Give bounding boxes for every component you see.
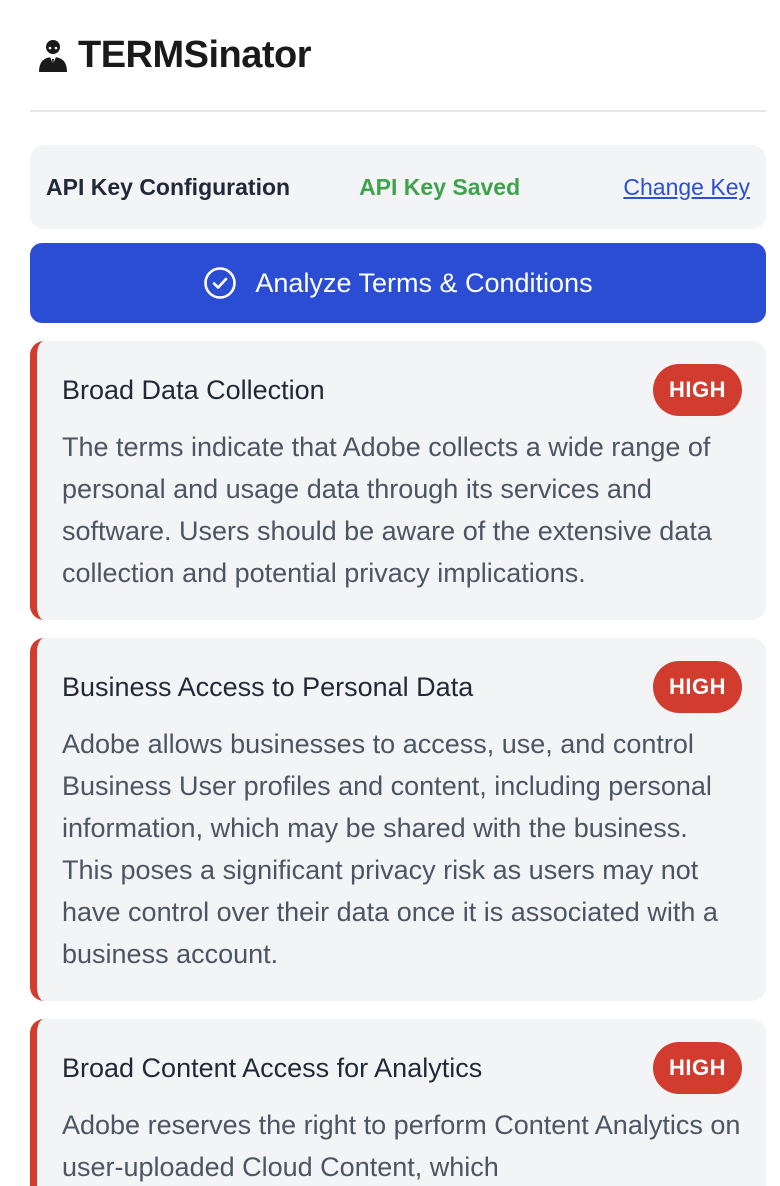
analyze-button-label: Analyze Terms & Conditions — [255, 267, 593, 298]
popup-page: TERMSinator API Key Configuration API Ke… — [0, 0, 780, 1186]
header: TERMSinator — [30, 0, 766, 112]
severity-badge: HIGH — [653, 1042, 742, 1094]
issue-title: Broad Data Collection — [62, 374, 325, 405]
severity-badge: HIGH — [653, 661, 742, 713]
check-circle-icon — [203, 266, 237, 300]
issue-description: Adobe allows businesses to access, use, … — [62, 729, 718, 969]
api-key-label: API Key Configuration — [46, 173, 291, 200]
issue-card: Business Access to Personal Data HIGH Ad… — [30, 638, 766, 1001]
issue-description: Adobe reserves the right to perform Cont… — [62, 1110, 741, 1182]
api-key-panel: API Key Configuration API Key Saved Chan… — [30, 145, 766, 229]
issue-header: Broad Content Access for Analytics HIGH — [62, 1041, 742, 1095]
change-key-link[interactable]: Change Key — [623, 174, 750, 201]
issue-card: Broad Data Collection HIGH The terms ind… — [30, 341, 766, 620]
issue-description: The terms indicate that Adobe collects a… — [62, 432, 712, 588]
issue-header: Broad Data Collection HIGH — [62, 363, 742, 417]
severity-badge: HIGH — [653, 364, 742, 416]
issue-card: Broad Content Access for Analytics HIGH … — [30, 1019, 766, 1186]
app-title: TERMSinator — [78, 33, 312, 76]
issue-header: Business Access to Personal Data HIGH — [62, 660, 742, 714]
api-key-status: API Key Saved — [359, 173, 521, 200]
analyze-button[interactable]: Analyze Terms & Conditions — [30, 243, 766, 323]
issue-title: Business Access to Personal Data — [62, 671, 474, 702]
issue-title: Broad Content Access for Analytics — [62, 1052, 483, 1083]
person-in-suit-icon — [34, 36, 72, 74]
